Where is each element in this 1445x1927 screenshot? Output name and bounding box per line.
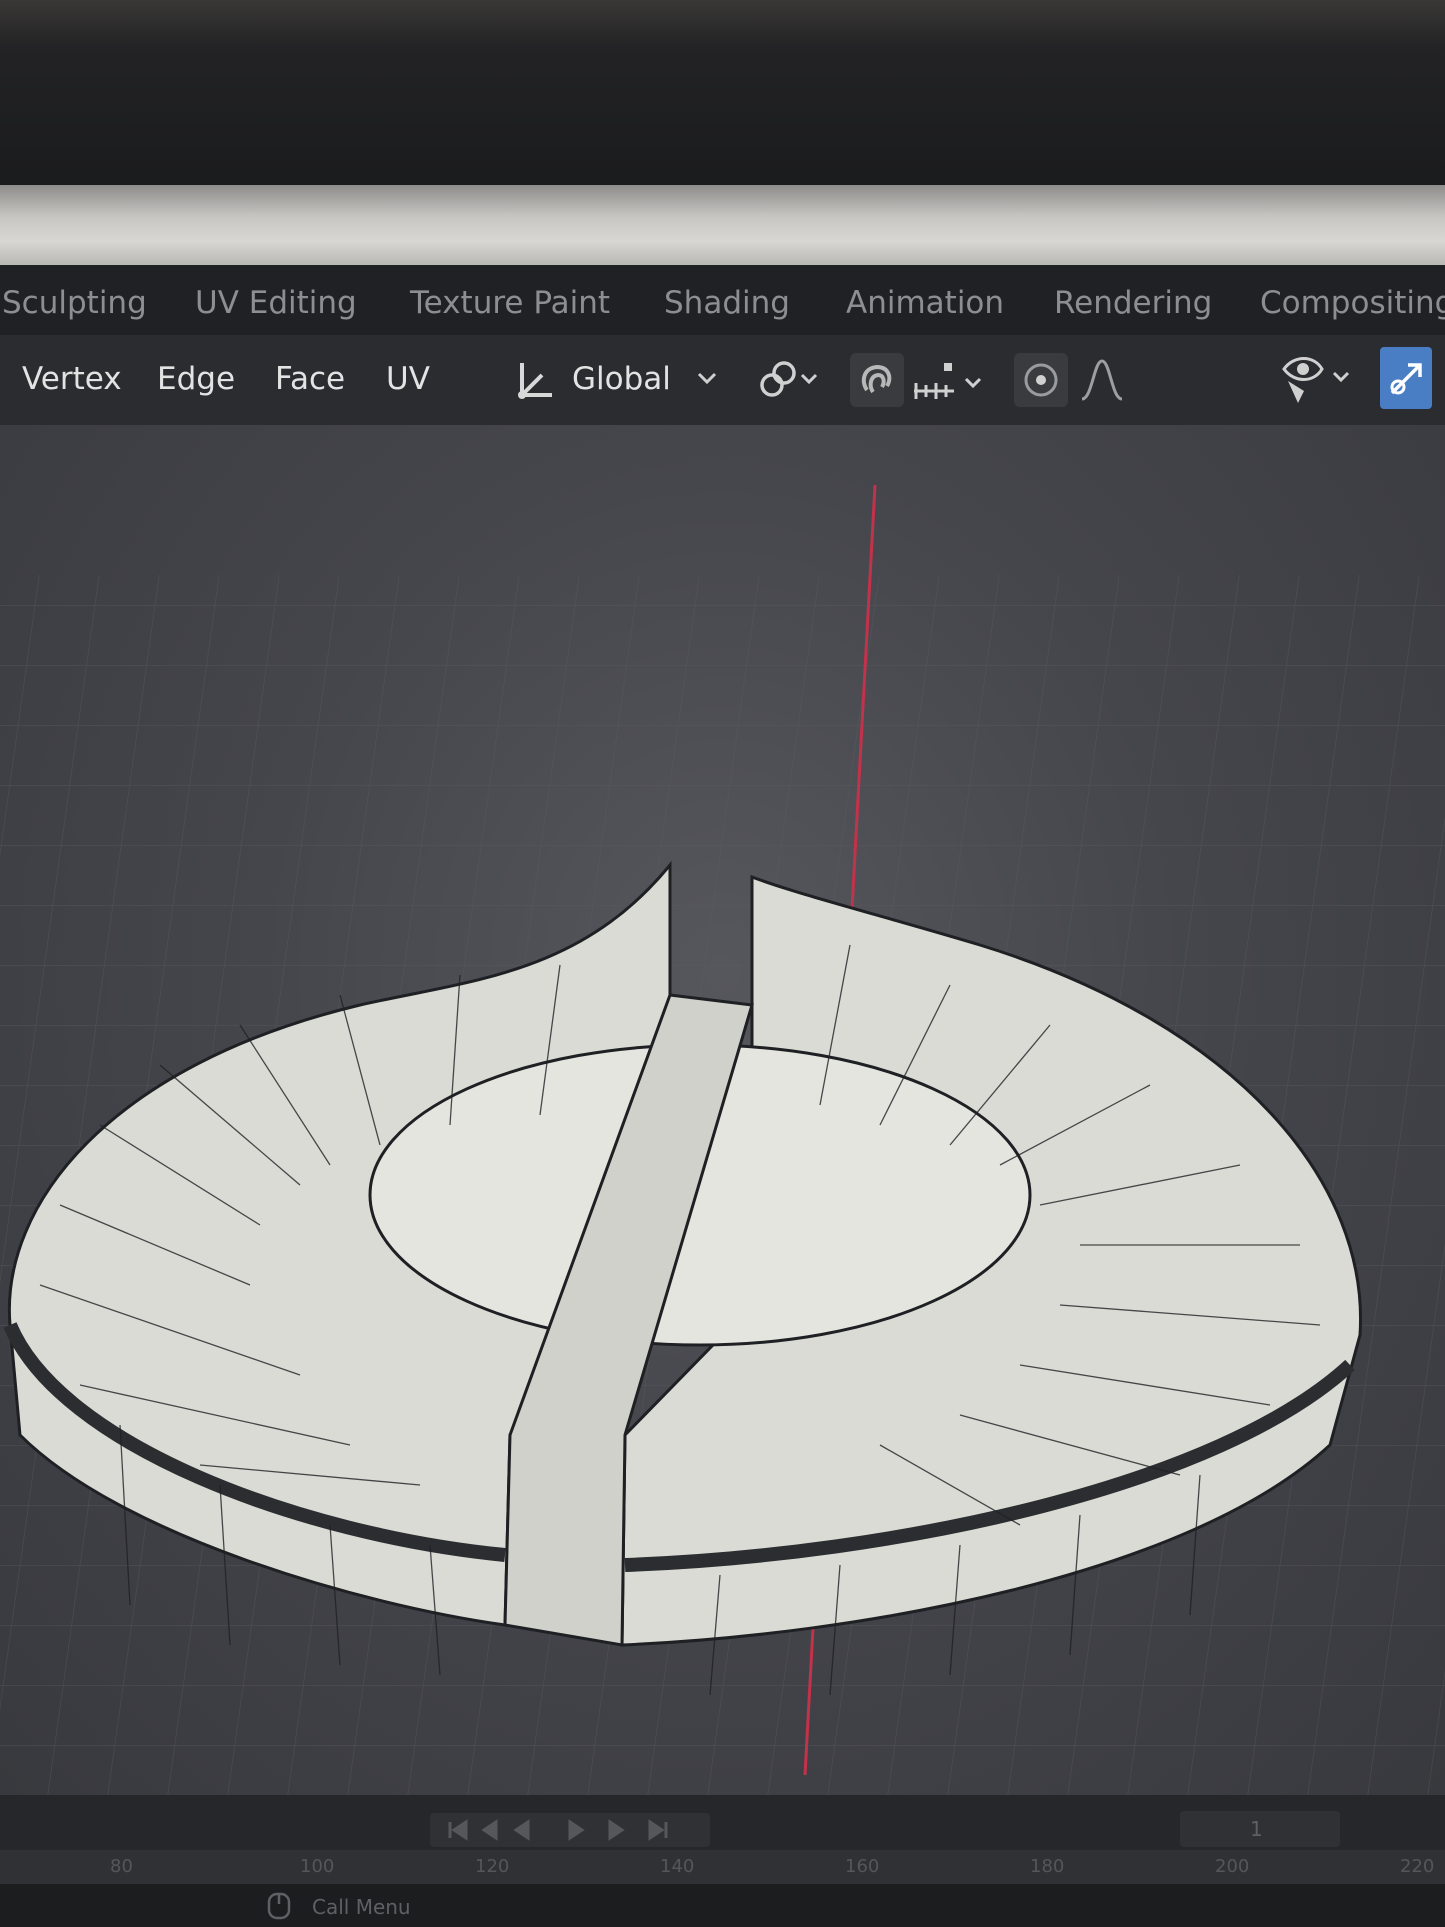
frame-tick: 220 xyxy=(1400,1856,1435,1877)
frame-ruler[interactable]: 80 100 120 140 160 180 200 220 xyxy=(0,1850,1445,1884)
viewport-header: Vertex Edge Face UV Global xyxy=(0,335,1445,425)
select-mode-vertex[interactable]: Vertex xyxy=(22,361,122,397)
select-mode-uv[interactable]: UV xyxy=(386,361,430,397)
viewport-scene xyxy=(0,484,1445,1795)
gizmo-toggle-button[interactable] xyxy=(1380,347,1432,409)
proportional-editing-icon xyxy=(1024,363,1058,397)
select-mode-face[interactable]: Face xyxy=(275,361,345,397)
current-frame-field[interactable]: 1 xyxy=(1180,1811,1340,1847)
transform-orientation-icon xyxy=(518,363,552,399)
snap-toggle-button[interactable] xyxy=(850,353,904,407)
snap-increment-icon[interactable] xyxy=(910,355,992,405)
frame-tick: 100 xyxy=(300,1856,335,1877)
proportional-editing-button[interactable] xyxy=(1014,353,1068,407)
status-call-menu: Call Menu xyxy=(312,1895,411,1919)
mouse-icon xyxy=(267,1892,291,1920)
tab-compositing[interactable]: Compositing xyxy=(1260,285,1445,321)
playback-controls[interactable] xyxy=(430,1813,710,1847)
tab-shading[interactable]: Shading xyxy=(664,285,790,321)
screen-glare xyxy=(0,185,1445,265)
visibility-eye-icon[interactable] xyxy=(1278,351,1358,407)
frame-tick: 160 xyxy=(845,1856,880,1877)
transform-orientation-dropdown[interactable]: Global xyxy=(508,353,728,407)
select-mode-edge[interactable]: Edge xyxy=(157,361,235,397)
frame-tick: 180 xyxy=(1030,1856,1065,1877)
tab-uv-editing[interactable]: UV Editing xyxy=(195,285,357,321)
tab-sculpting[interactable]: Sculpting xyxy=(2,285,147,321)
falloff-curve-icon[interactable] xyxy=(1078,355,1138,405)
snap-magnet-icon xyxy=(861,364,892,394)
gizmo-toggle-icon xyxy=(1390,363,1422,395)
frame-tick: 140 xyxy=(660,1856,695,1877)
tab-animation[interactable]: Animation xyxy=(846,285,1004,321)
transform-orientation-value: Global xyxy=(572,361,671,397)
tab-texture-paint[interactable]: Texture Paint xyxy=(410,285,610,321)
viewport-3d[interactable] xyxy=(0,425,1445,1795)
current-frame-value: 1 xyxy=(1250,1817,1263,1841)
frame-tick: 80 xyxy=(110,1856,133,1877)
workspace-tabs: Sculpting UV Editing Texture Paint Shadi… xyxy=(0,265,1445,335)
chevron-down-icon xyxy=(697,372,717,385)
status-bar: Call Menu xyxy=(0,1884,1445,1927)
frame-tick: 200 xyxy=(1215,1856,1250,1877)
monitor-bezel xyxy=(0,0,1445,190)
pivot-point-icon[interactable] xyxy=(754,357,824,403)
frame-tick: 120 xyxy=(475,1856,510,1877)
tab-rendering[interactable]: Rendering xyxy=(1054,285,1212,321)
